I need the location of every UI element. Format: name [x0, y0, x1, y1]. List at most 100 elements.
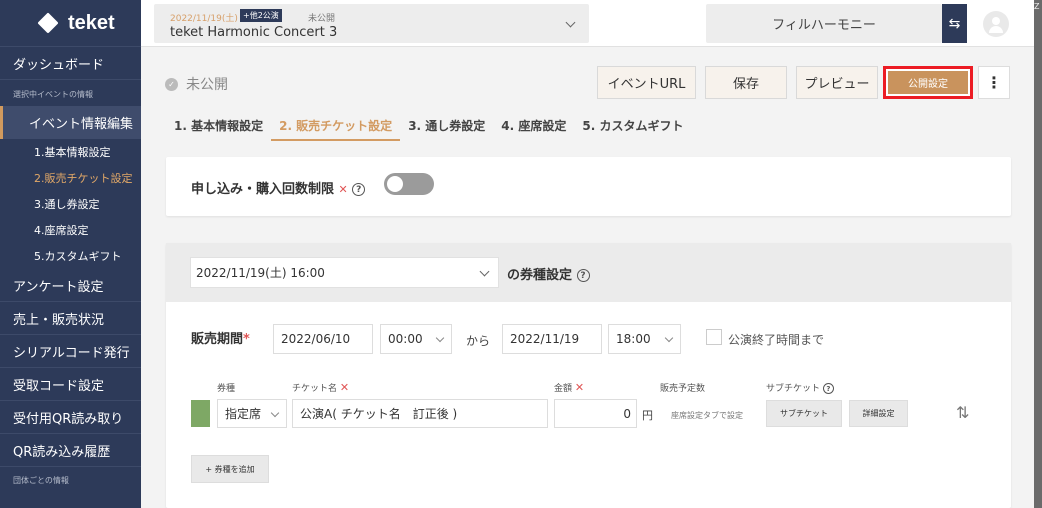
- ticket-type-settings-label: の券種設定 ?: [507, 264, 590, 283]
- sidebar: teket ダッシュボード 選択中イベントの情報 イベント情報編集 1.基本情報…: [0, 0, 141, 508]
- sidebar-subitem-gift[interactable]: 5.カスタムギフト: [0, 243, 141, 269]
- logo-icon: [37, 12, 59, 34]
- cross-icon: ✕: [339, 381, 350, 394]
- event-url-button[interactable]: イベントURL: [597, 66, 696, 99]
- chevron-down-icon: [664, 333, 674, 343]
- help-icon[interactable]: ?: [352, 183, 366, 196]
- sidebar-item-survey[interactable]: アンケート設定: [0, 269, 141, 302]
- tab-ticket[interactable]: 2. 販売チケット設定: [271, 113, 401, 141]
- ticket-type-settings-text: の券種設定: [507, 268, 573, 283]
- save-button[interactable]: 保存: [705, 66, 787, 99]
- col-name-text: チケット名: [292, 384, 338, 394]
- col-name-header: チケット名 ✕: [292, 381, 349, 394]
- sidebar-subitem-ticket[interactable]: 2.販売チケット設定: [0, 165, 141, 191]
- help-icon[interactable]: ?: [822, 383, 834, 394]
- sidebar-item-receive-code[interactable]: 受取コード設定: [0, 368, 141, 401]
- publish-status: ✓ 未公開: [165, 74, 228, 94]
- event-date: 2022/11/19(土): [170, 14, 238, 24]
- swap-icon[interactable]: ⇆: [942, 4, 967, 43]
- cross-icon: ✕: [574, 381, 585, 394]
- topbar: 2022/11/19(土) +他2公演 未公開 teket Harmonic C…: [141, 0, 1034, 47]
- event-badge: +他2公演: [240, 9, 282, 22]
- required-mark: *: [243, 332, 250, 347]
- performance-value: 2022/11/19(土) 16:00: [196, 266, 325, 280]
- publish-settings-button[interactable]: 公開設定: [888, 71, 968, 94]
- end-time-value: 18:00: [616, 332, 651, 346]
- sidebar-item-event-edit[interactable]: イベント情報編集: [0, 106, 141, 139]
- subticket-button[interactable]: サブチケット: [766, 400, 842, 427]
- purchase-limit-card: 申し込み・購入回数制限 ✕ ?: [166, 157, 1011, 216]
- purchase-limit-label: 申し込み・購入回数制限 ✕ ?: [191, 178, 366, 197]
- event-status: 未公開: [308, 14, 336, 24]
- sidebar-subitem-seat[interactable]: 4.座席設定: [0, 217, 141, 243]
- ticket-settings-card: 2022/11/19(土) 16:00 の券種設定 ? 販売期間* 2022/0…: [166, 243, 1011, 508]
- chevron-down-icon: [435, 333, 445, 343]
- user-icon: [992, 17, 1000, 25]
- sales-end-time[interactable]: 18:00: [608, 324, 681, 354]
- edge-text: Ζ: [1034, 2, 1040, 11]
- avatar[interactable]: [983, 11, 1009, 37]
- sidebar-section-event: 選択中イベントの情報: [13, 90, 93, 99]
- start-time-value: 00:00: [388, 332, 423, 346]
- sales-start-time[interactable]: 00:00: [380, 324, 452, 354]
- sidebar-section-group: 団体ごとの情報: [13, 475, 69, 485]
- until-end-checkbox[interactable]: [706, 329, 722, 345]
- sidebar-item-qr-history[interactable]: QR読み込み履歴: [0, 434, 141, 467]
- tab-basic[interactable]: 1. 基本情報設定: [166, 113, 271, 141]
- detail-settings-button[interactable]: 詳細設定: [849, 400, 908, 427]
- check-circle-icon: ✓: [165, 77, 178, 91]
- window-edge: Ζ: [1034, 0, 1042, 508]
- user-icon-body: [989, 26, 1003, 33]
- cross-icon: ✕: [338, 183, 348, 196]
- col-subticket-text: サブチケット: [766, 384, 821, 394]
- org-select[interactable]: フィルハーモニー: [706, 4, 942, 43]
- until-end-label: 公演終了時間まで: [728, 333, 825, 347]
- tab-season[interactable]: 3. 通し券設定: [400, 113, 493, 141]
- sidebar-item-sales[interactable]: 売上・販売状況: [0, 302, 141, 335]
- toggle-knob: [387, 176, 403, 192]
- ticket-settings-header: 2022/11/19(土) 16:00 の券種設定 ?: [166, 243, 1011, 302]
- sidebar-item-serial[interactable]: シリアルコード発行: [0, 335, 141, 368]
- ticket-price-input[interactable]: 0: [554, 399, 637, 428]
- settings-tabs: 1. 基本情報設定 2. 販売チケット設定 3. 通し券設定 4. 座席設定 5…: [166, 113, 691, 141]
- ticket-type-value: 指定席: [225, 407, 262, 421]
- currency-label: 円: [642, 409, 653, 422]
- sidebar-subitem-basic[interactable]: 1.基本情報設定: [0, 139, 141, 165]
- sidebar-item-qr-scan[interactable]: 受付用QR読み取り: [0, 401, 141, 434]
- col-subticket-header: サブチケット ?: [766, 381, 834, 394]
- purchase-limit-text: 申し込み・購入回数制限: [191, 182, 335, 197]
- purchase-limit-toggle[interactable]: [384, 173, 434, 195]
- publish-settings-highlight: 公開設定: [883, 66, 973, 99]
- status-text: 未公開: [186, 77, 228, 93]
- ticket-color-swatch[interactable]: [191, 400, 210, 427]
- sort-icon[interactable]: ⇅: [956, 403, 969, 422]
- tab-gift[interactable]: 5. カスタムギフト: [574, 113, 691, 141]
- col-price-text: 金額: [554, 384, 573, 394]
- sales-start-date[interactable]: 2022/06/10: [273, 324, 373, 354]
- quantity-note: 座席設定タブで設定: [671, 411, 743, 420]
- help-icon[interactable]: ?: [576, 269, 590, 282]
- chevron-down-icon: [270, 408, 280, 418]
- col-price-header: 金額 ✕: [554, 381, 584, 394]
- sales-period-label: 販売期間*: [191, 328, 250, 347]
- ticket-name-input[interactable]: 公演A( チケット名 訂正後 ): [292, 399, 548, 428]
- sales-end-date[interactable]: 2022/11/19: [502, 324, 602, 354]
- preview-button[interactable]: プレビュー: [796, 66, 878, 99]
- chevron-down-icon: [565, 17, 576, 28]
- ticket-type-select[interactable]: 指定席: [217, 399, 287, 428]
- sidebar-item-dashboard[interactable]: ダッシュボード: [0, 47, 141, 80]
- sidebar-subitem-season[interactable]: 3.通し券設定: [0, 191, 141, 217]
- add-ticket-type-button[interactable]: + 券種を追加: [191, 455, 269, 483]
- event-select[interactable]: 2022/11/19(土) +他2公演 未公開 teket Harmonic C…: [154, 4, 589, 43]
- logo[interactable]: teket: [0, 0, 141, 47]
- more-icon[interactable]: ⋮: [978, 66, 1010, 99]
- col-type-header: 券種: [217, 384, 236, 394]
- chevron-down-icon: [479, 266, 490, 277]
- logo-text: teket: [68, 11, 115, 34]
- event-name: teket Harmonic Concert 3: [170, 25, 338, 40]
- sales-period-text: 販売期間: [191, 332, 244, 347]
- col-quantity-header: 販売予定数: [660, 384, 706, 394]
- tab-seat[interactable]: 4. 座席設定: [493, 113, 574, 141]
- from-label: から: [466, 334, 491, 348]
- performance-select[interactable]: 2022/11/19(土) 16:00: [190, 257, 499, 288]
